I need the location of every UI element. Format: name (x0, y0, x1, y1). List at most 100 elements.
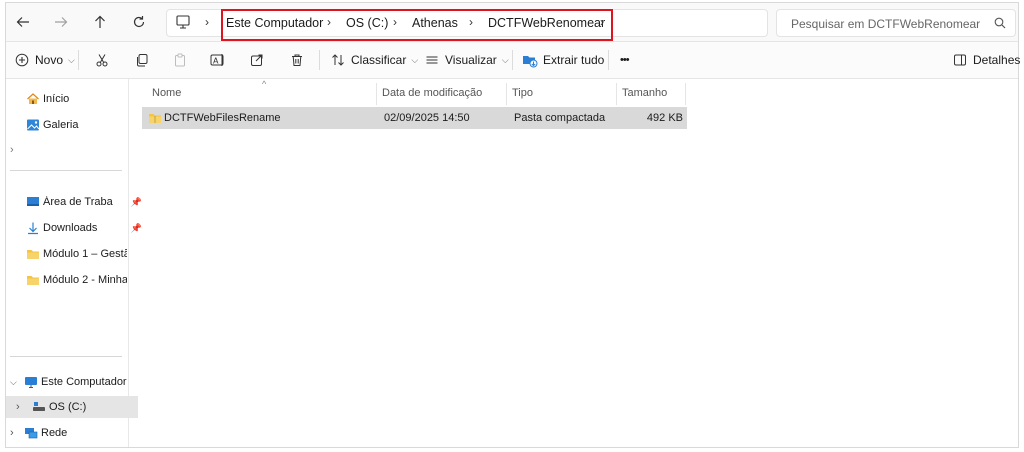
sidebar-item-label: Este Computador (41, 376, 127, 388)
sidebar-item-label: Downloads (43, 222, 98, 234)
navigation-pane: Início Galeria › Área de Trabalho 📌 Down… (6, 79, 142, 447)
sort-arrows-icon (330, 52, 346, 68)
file-name[interactable]: DCTFWebFilesRename (164, 112, 281, 124)
new-button[interactable]: Novo ⌵ (14, 50, 75, 70)
file-modified: 02/09/2025 14:50 (384, 112, 470, 124)
sidebar-item-label: Início (43, 93, 70, 105)
column-divider[interactable] (685, 83, 686, 105)
more-options-icon: ••• (620, 54, 630, 66)
sidebar-item-label: Módulo 1 – Gestão (43, 248, 127, 260)
file-size: 492 KB (646, 112, 683, 124)
search-box[interactable]: Pesquisar em DCTFWebRenomear (776, 9, 1016, 37)
sort-label: Classificar (351, 53, 407, 67)
extract-zip-icon (522, 52, 538, 68)
sidebar-item-modulo-1[interactable]: Módulo 1 – Gestão (6, 243, 148, 265)
pin-icon[interactable]: 📌 (131, 197, 142, 208)
monitor-icon (24, 375, 38, 389)
sidebar-divider (10, 356, 122, 357)
refresh-icon[interactable] (128, 11, 150, 33)
column-type[interactable]: Tipo (512, 87, 533, 99)
breadcrumb-chevron-icon[interactable]: › (205, 15, 209, 29)
sidebar-item-label: Galeria (43, 119, 79, 131)
toolbar-divider (512, 50, 513, 70)
file-type: Pasta compactada (514, 112, 606, 124)
sidebar-divider (10, 170, 122, 171)
share-button[interactable] (249, 50, 265, 70)
sidebar-item-drive-c[interactable]: › OS (C:) (6, 396, 138, 418)
details-pane-icon (952, 52, 968, 68)
expand-chevron-icon[interactable]: › (10, 427, 24, 439)
download-arrow-icon (26, 221, 40, 235)
sidebar-item-desktop[interactable]: Área de Trabalho 📌 (6, 191, 148, 213)
column-name[interactable]: Nome (152, 87, 181, 99)
drive-icon (32, 400, 46, 414)
folder-icon (26, 273, 40, 287)
plus-circle-icon (14, 52, 30, 68)
sidebar-item-gallery[interactable]: Galeria (6, 114, 148, 136)
computer-icon (175, 15, 191, 29)
svg-text:A: A (213, 57, 219, 66)
command-bar: Novo ⌵ A Classificar ⌵ Visualizar ⌵ Extr… (6, 42, 1020, 79)
column-size[interactable]: Tamanho (622, 87, 667, 99)
extract-all-label: Extrair tudo (543, 53, 605, 67)
share-icon (249, 52, 265, 68)
expand-chevron-icon[interactable]: › (6, 139, 132, 161)
column-header-row: ^ Nome Data de modificação Tipo Tamanho (134, 79, 686, 105)
chevron-down-icon: ⌵ (501, 54, 509, 65)
toolbar-divider (78, 50, 79, 70)
forward-arrow-icon[interactable] (50, 11, 72, 33)
column-divider[interactable] (506, 83, 507, 105)
up-arrow-icon[interactable] (89, 11, 111, 33)
search-input[interactable]: Pesquisar em DCTFWebRenomear (791, 17, 980, 31)
desktop-icon (26, 195, 40, 209)
rename-button[interactable]: A (210, 50, 226, 70)
sidebar-item-label: Rede (41, 427, 68, 439)
delete-button[interactable] (289, 50, 305, 70)
address-row: › Este Computador › OS (C:) › Athenas › … (6, 3, 1018, 42)
trash-icon (289, 52, 305, 68)
column-modified[interactable]: Data de modificação (382, 87, 482, 99)
view-label: Visualizar (445, 53, 497, 67)
file-explorer-window: › Este Computador › OS (C:) › Athenas › … (5, 2, 1020, 448)
copy-button[interactable] (134, 50, 150, 70)
home-icon (26, 92, 40, 106)
details-button[interactable]: Detalhes (952, 50, 1020, 70)
back-arrow-icon[interactable] (12, 11, 34, 33)
rename-icon: A (210, 52, 226, 68)
sidebar-item-this-pc[interactable]: ⌵ Este Computador (6, 371, 132, 393)
sort-caret-icon: ^ (262, 79, 267, 89)
scissors-icon (94, 52, 110, 68)
chevron-down-icon: ⌵ (68, 54, 75, 65)
new-label: Novo (35, 53, 64, 67)
toolbar-divider (608, 50, 609, 70)
chevron-down-icon[interactable]: ⌵ (10, 377, 24, 388)
column-divider[interactable] (616, 83, 617, 105)
sidebar-item-modulo-2[interactable]: Módulo 2 - Minha C (6, 269, 148, 291)
sidebar-item-home[interactable]: Início (6, 88, 148, 110)
pin-icon[interactable]: 📌 (131, 223, 142, 234)
sidebar-item-downloads[interactable]: Downloads 📌 (6, 217, 148, 239)
column-divider[interactable] (376, 83, 377, 105)
extract-all-button[interactable]: Extrair tudo (522, 50, 604, 70)
sort-button[interactable]: Classificar ⌵ (330, 50, 418, 70)
clipboard-icon (172, 52, 188, 68)
sidebar-item-label: Área de Trabalho (43, 196, 113, 208)
chevron-down-icon: ⌵ (411, 54, 419, 65)
gallery-icon (26, 118, 40, 132)
toolbar-divider (319, 50, 320, 70)
red-highlight-box (221, 9, 613, 41)
folder-icon (26, 247, 40, 261)
table-row[interactable]: DCTFWebFilesRename 02/09/2025 14:50 Past… (142, 107, 687, 129)
paste-button[interactable] (172, 50, 188, 70)
view-lines-icon (424, 52, 440, 68)
sidebar-item-label: Módulo 2 - Minha C (43, 274, 127, 286)
expand-chevron-icon[interactable]: › (16, 401, 32, 413)
more-options-button[interactable]: ••• (620, 50, 630, 70)
details-label: Detalhes (973, 53, 1021, 67)
view-button[interactable]: Visualizar ⌵ (424, 50, 509, 70)
network-icon (24, 426, 38, 440)
cut-button[interactable] (94, 50, 110, 70)
copy-icon (134, 52, 150, 68)
search-icon[interactable] (993, 16, 1007, 30)
sidebar-item-network[interactable]: › Rede (6, 422, 132, 444)
